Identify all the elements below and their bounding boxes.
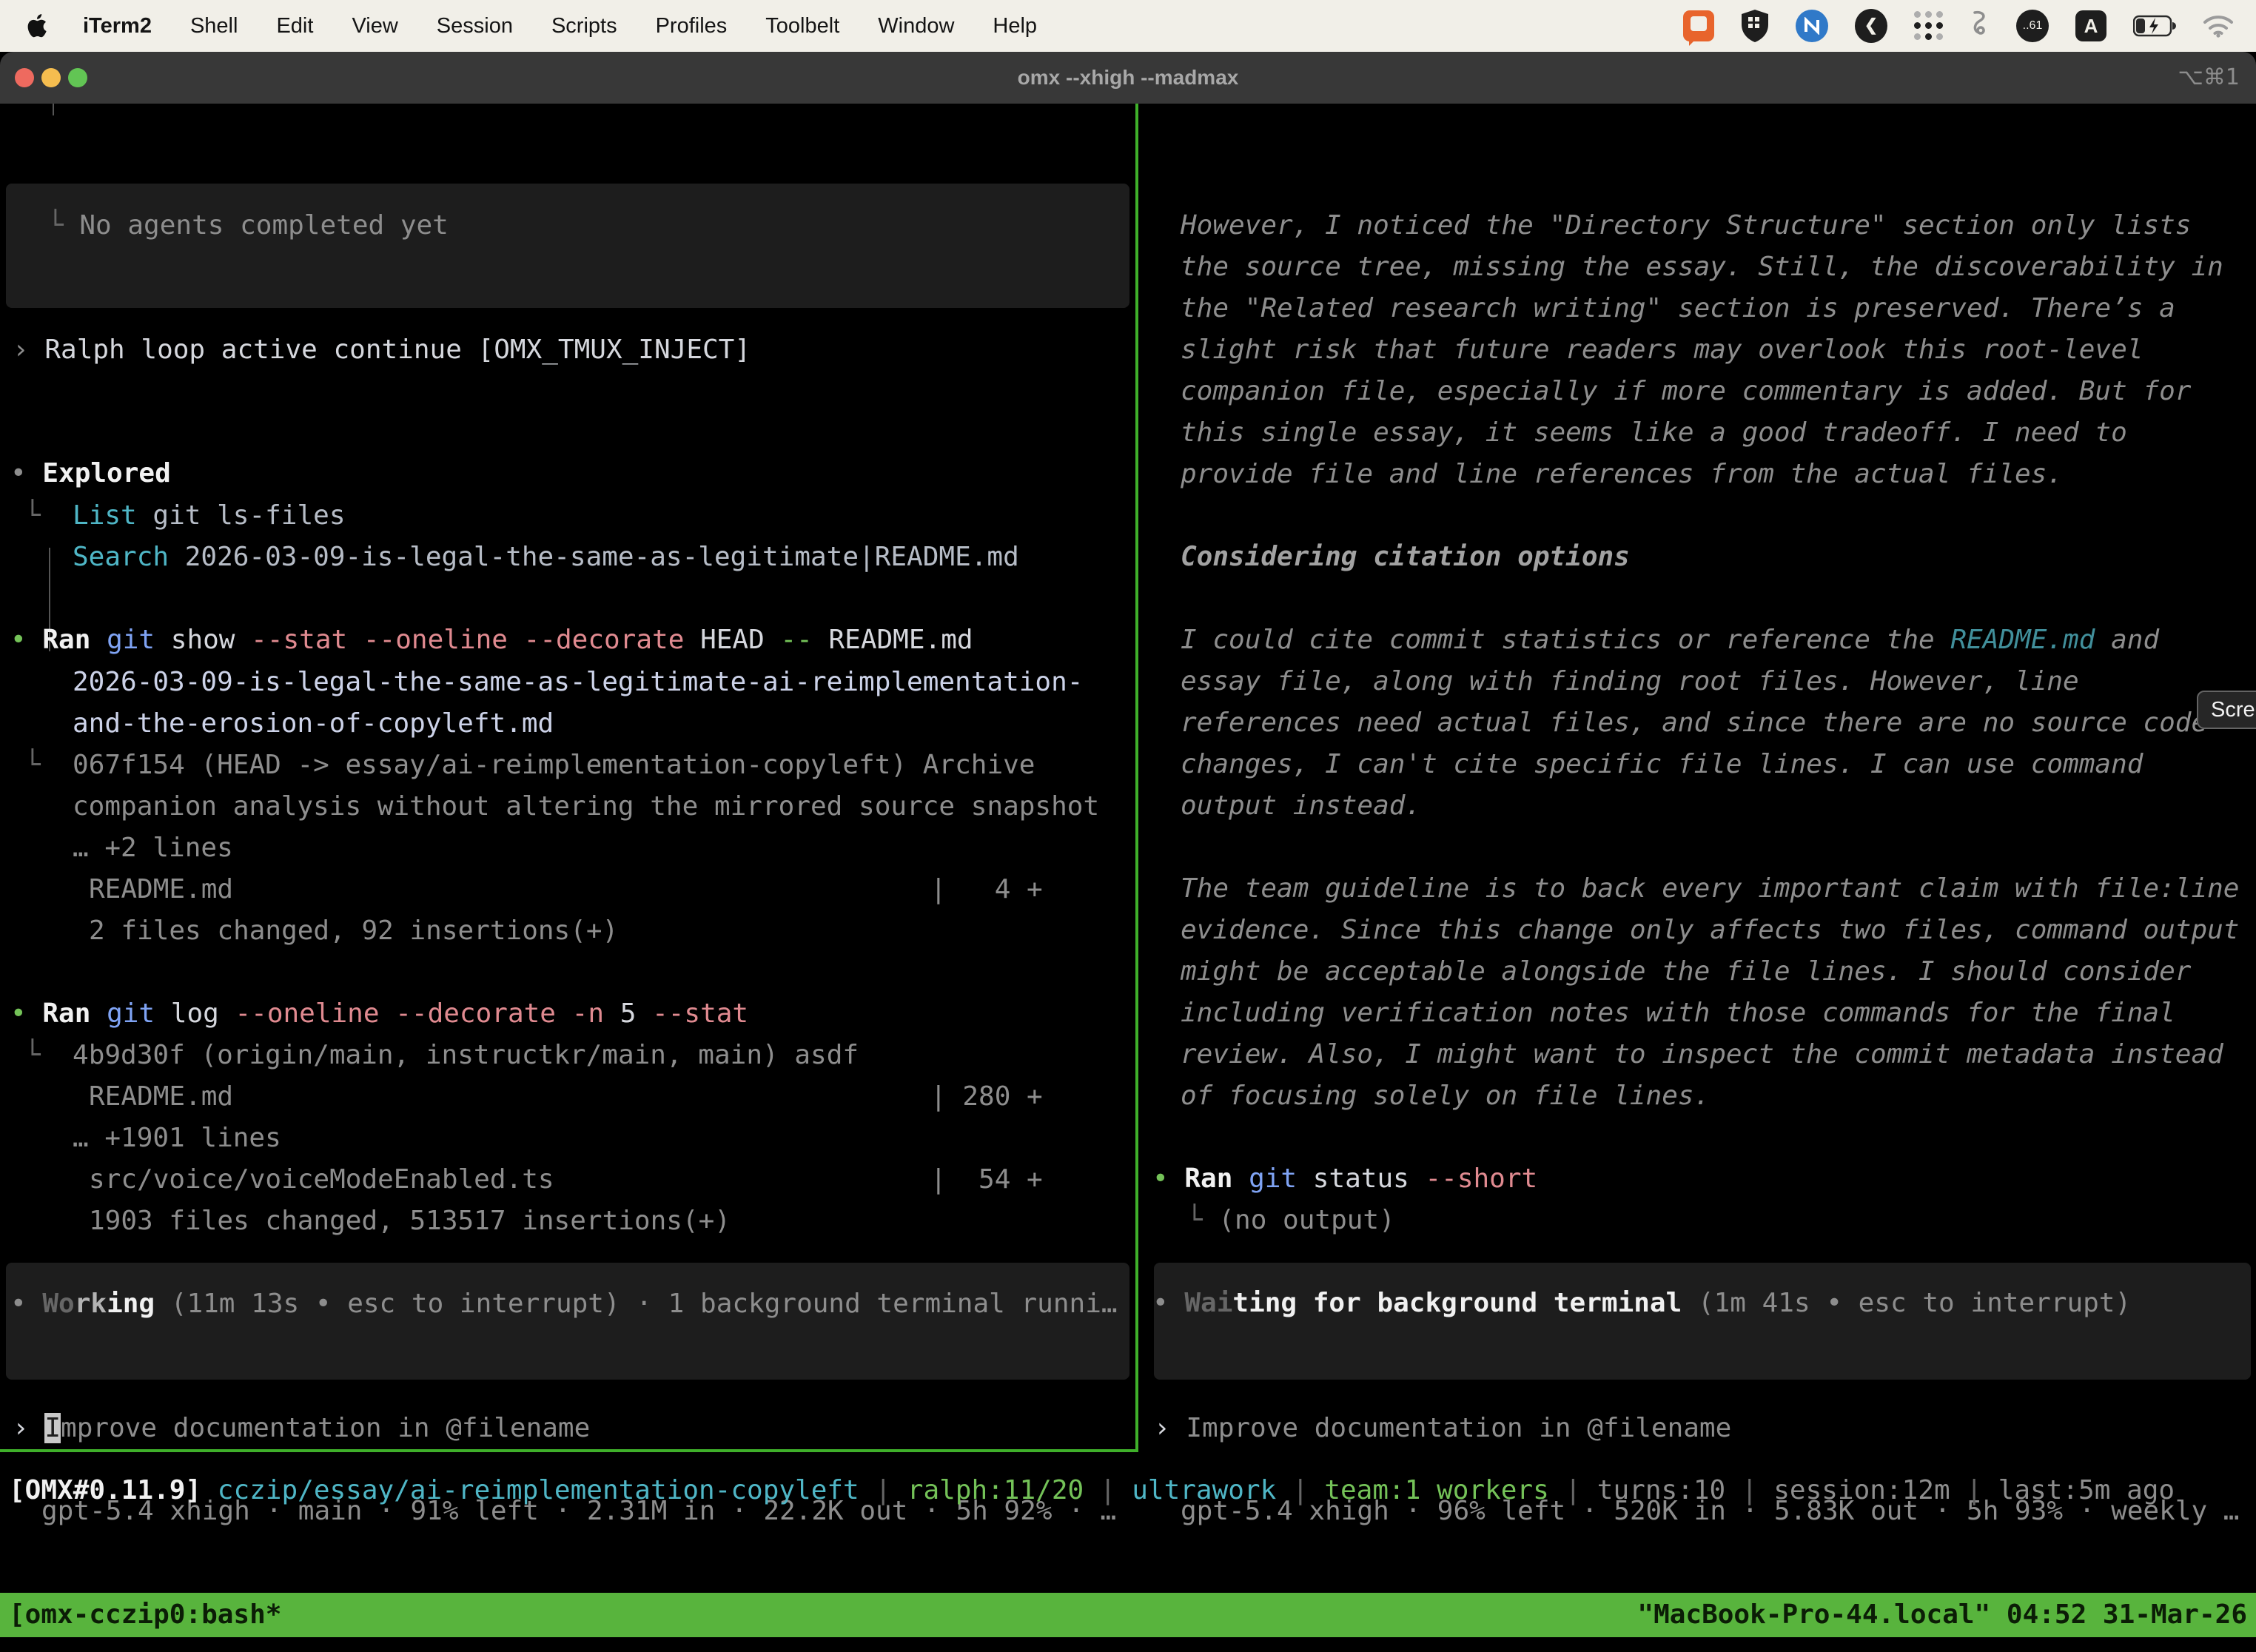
menu-items: iTerm2 Shell Edit View Session Scripts Profile… xyxy=(83,14,1037,38)
reasoning-p2: essay file, along with finding root file… xyxy=(1181,661,2079,702)
menu-item-shell[interactable]: Shell xyxy=(190,14,238,38)
more-lines-2: … +1901 lines xyxy=(73,1118,281,1159)
apple-menu-icon[interactable] xyxy=(27,13,49,38)
menu-item-view[interactable]: View xyxy=(352,14,397,38)
ralph-loop-line[interactable]: › Ralph loop active continue [OMX_TMUX_I… xyxy=(13,329,751,371)
window-title: omx --xhigh --madmax xyxy=(0,52,2256,104)
reasoning-p1: this single essay, it seems like a good … xyxy=(1181,412,2127,454)
ran-git-log: • Ran git log --oneline --decorate -n 5 … xyxy=(10,993,748,1035)
commit-line-1: └ 067f154 (HEAD -> essay/ai-reimplementa… xyxy=(24,745,1035,786)
menu-item-edit[interactable]: Edit xyxy=(276,14,313,38)
working-status: • Working (11m 13s • esc to interrupt) ·… xyxy=(10,1283,1118,1325)
record-app-icon[interactable]: ❮ xyxy=(1855,9,1887,43)
window-title-bar: omx --xhigh --madmax ⌥⌘1 xyxy=(0,52,2256,104)
stat-summary-1: 2 files changed, 92 insertions(+) xyxy=(89,910,618,952)
right-terminal-pane: However, I noticed the "Directory Struct… xyxy=(1144,104,2256,1452)
menu-item-scripts[interactable]: Scripts xyxy=(551,14,617,38)
explored-list: └ List git ls-files xyxy=(24,495,346,537)
pane-divider-vertical[interactable] xyxy=(1135,104,1138,1452)
reasoning-p3: might be acceptable alongside the file l… xyxy=(1181,951,2191,993)
reasoning-p1: the "Related research writing" section i… xyxy=(1181,288,2175,329)
timer-badge-icon[interactable]: ..61 xyxy=(2016,10,2049,42)
essay-filename-2: and-the-erosion-of-copyleft.md xyxy=(73,703,554,745)
reasoning-p2: references need actual files, and since … xyxy=(1181,702,2207,744)
stat-file-3: src/voice/voiceModeEnabled.ts xyxy=(89,1159,554,1201)
stat-summary-2: 1903 files changed, 513517 insertions(+) xyxy=(89,1201,731,1242)
omx-status-line: [OMX#0.11.9] cczip/essay/ai-reimplementa… xyxy=(9,1470,2175,1511)
screen-notification-tooltip[interactable]: Scre xyxy=(2197,691,2256,729)
dots-grid-icon[interactable] xyxy=(1914,11,1944,41)
explored-header: • Explored xyxy=(10,453,171,494)
menu-item-session[interactable]: Session xyxy=(437,14,513,38)
log-commit-line: └ 4b9d30f (origin/main, instructkr/main,… xyxy=(24,1035,859,1076)
menu-item-toolbelt[interactable]: Toolbelt xyxy=(765,14,839,38)
reasoning-p2: I could cite commit statistics or refere… xyxy=(1181,620,2159,661)
reasoning-p3: of focusing solely on file lines. xyxy=(1181,1075,1710,1117)
window-shortcut-badge: ⌥⌘1 xyxy=(2178,52,2240,104)
reasoning-p3: evidence. Since this change only affects… xyxy=(1181,910,2239,951)
reasoning-p1: However, I noticed the "Directory Struct… xyxy=(1181,205,2191,246)
reasoning-p2: changes, I can't cite specific file line… xyxy=(1181,744,2143,785)
shield-icon[interactable] xyxy=(1741,10,1769,42)
reasoning-p2: output instead. xyxy=(1181,785,1421,827)
verified-badge-icon[interactable] xyxy=(1796,10,1828,42)
ran-git-show: • Ran git show --stat --oneline --decora… xyxy=(10,620,973,661)
menu-item-window[interactable]: Window xyxy=(878,14,954,38)
menu-status-icons: ❮ ..61 A xyxy=(1683,9,2256,43)
stat-count-3: | 54 + xyxy=(930,1159,1043,1201)
commit-line-2: companion analysis without altering the … xyxy=(73,786,1099,827)
prompt-input-line[interactable]: › Improve documentation in @filename xyxy=(1154,1408,1731,1449)
menu-item-help[interactable]: Help xyxy=(993,14,1037,38)
tmux-host-clock: "MacBook-Pro-44.local" 04:52 31-Mar-26 xyxy=(1637,1593,2247,1637)
tmux-session-label[interactable]: [omx-cczip0:bash* xyxy=(9,1593,281,1637)
left-terminal-pane: └ No agents completed yet › Ralph loop ac… xyxy=(0,104,1135,1452)
ran-git-status: • Ran git status --short xyxy=(1152,1158,1537,1200)
stat-count-1: | 4 + xyxy=(930,869,1043,910)
stat-count-2: | 280 + xyxy=(930,1076,1043,1118)
prompt-input-line[interactable]: › Improve documentation in @filename xyxy=(13,1408,590,1449)
essay-filename-1: 2026-03-09-is-legal-the-same-as-legitima… xyxy=(73,662,1083,703)
stat-file-2: README.md xyxy=(89,1076,233,1118)
wifi-icon[interactable] xyxy=(2203,14,2234,38)
keyboard-a-icon[interactable]: A xyxy=(2075,10,2106,41)
reasoning-heading: Considering citation options xyxy=(1181,537,1630,578)
stat-file-1: README.md xyxy=(89,869,233,910)
menu-item-profiles[interactable]: Profiles xyxy=(656,14,728,38)
omx-footer: [OMX#0.11.9] cczip/essay/ai-reimplementa… xyxy=(0,1452,2256,1593)
battery-icon[interactable] xyxy=(2133,15,2176,37)
hook-icon[interactable] xyxy=(1970,10,1990,42)
explored-search: Search 2026-03-09-is-legal-the-same-as-l… xyxy=(73,537,1019,578)
reasoning-p3: review. Also, I might want to inspect th… xyxy=(1181,1034,2223,1075)
macos-menu-bar: iTerm2 Shell Edit View Session Scripts Profile… xyxy=(0,0,2256,52)
reasoning-p3: The team guideline is to back every impo… xyxy=(1181,868,2239,910)
tmux-status-bar: [omx-cczip0:bash* "MacBook-Pro-44.local"… xyxy=(0,1593,2256,1637)
reasoning-p1: provide file and line references from th… xyxy=(1181,454,2063,495)
tree-stem xyxy=(53,104,54,115)
more-lines-1: … +2 lines xyxy=(73,827,233,869)
menu-item-iterm2[interactable]: iTerm2 xyxy=(83,14,152,38)
chat-bubble-icon[interactable] xyxy=(1683,10,1714,41)
waiting-status: • Waiting for background terminal (1m 41… xyxy=(1152,1283,2131,1324)
reasoning-p1: the source tree, missing the essay. Stil… xyxy=(1181,246,2223,288)
no-agents-line: └ No agents completed yet xyxy=(47,205,449,246)
reasoning-p3: including verification notes with those … xyxy=(1181,993,2175,1034)
reasoning-p1: slight risk that future readers may over… xyxy=(1181,329,2143,371)
no-output-line: └ (no output) xyxy=(1186,1200,1395,1241)
reasoning-p1: companion file, especially if more comme… xyxy=(1181,371,2191,412)
